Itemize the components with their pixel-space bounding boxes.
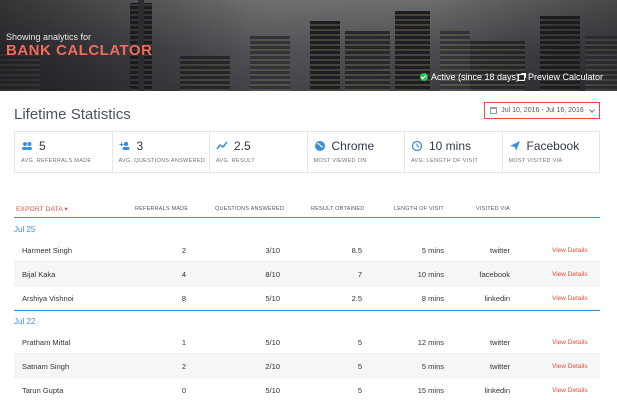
- check-circle-icon: [420, 73, 428, 81]
- row-result: 5: [357, 362, 362, 371]
- stat-label: AVG. REFERRALS MADE: [21, 158, 92, 164]
- date-range-picker[interactable]: Jul 10, 2016 - Jul 16, 2016: [484, 102, 600, 119]
- chevron-down-icon: [588, 106, 595, 113]
- view-details-link[interactable]: View Details: [552, 387, 588, 394]
- export-data-button[interactable]: EXPORT DATA ▾: [16, 205, 68, 213]
- row-result: 7: [357, 270, 362, 279]
- status-text: Active (since 18 days): [431, 72, 520, 82]
- row-name: Pratham Mittal: [22, 338, 71, 347]
- row-referrals: 8: [181, 294, 186, 303]
- row-name: Satnam Singh: [22, 362, 70, 371]
- page-title: Lifetime Statistics: [14, 106, 131, 123]
- table-row: Satnam Singh 2 2/10 5 5 mins twitter Vie…: [14, 354, 600, 378]
- status-badge: Active (since 18 days): [420, 72, 519, 82]
- add-user-icon: [119, 141, 129, 150]
- view-details-link[interactable]: View Details: [552, 295, 588, 302]
- row-length: 8 mins: [421, 294, 444, 303]
- row-via: twitter: [489, 338, 510, 347]
- stat-viewed-on: Chrome MOST VIEWED ON: [308, 132, 405, 172]
- row-name: Harmeet Singh: [22, 246, 73, 255]
- row-name: Tarun Gupta: [22, 386, 64, 395]
- date-range-label: Jul 10, 2016 - Jul 16, 2016: [501, 107, 584, 114]
- row-length: 5 mins: [421, 362, 444, 371]
- stats-panel: 5 AVG. REFERRALS MADE 3 AVG. QUESTIONS A…: [14, 131, 600, 173]
- row-questions: 5/10: [265, 386, 280, 395]
- stat-label: MOST VISITED VIA: [508, 158, 563, 164]
- stat-referrals: 5 AVG. REFERRALS MADE: [15, 132, 113, 172]
- row-referrals: 0: [181, 386, 186, 395]
- col-questions: QUESTIONS ANSWERED: [215, 206, 284, 212]
- table-header: EXPORT DATA ▾ REFERRALS MADE QUESTIONS A…: [14, 204, 600, 218]
- preview-label: Preview Calculator: [528, 72, 604, 82]
- row-via: facebook: [479, 270, 510, 279]
- stat-visit-length: 10 mins AVG. LENGTH OF VISIT: [405, 132, 503, 172]
- row-name: Bijal Kaka: [22, 270, 56, 279]
- stat-label: AVG. QUESTIONS ANSWERED: [118, 158, 206, 164]
- stat-label: AVG. LENGTH OF VISIT: [411, 158, 479, 164]
- stat-value: 5: [39, 139, 46, 153]
- view-details-link[interactable]: View Details: [552, 271, 588, 278]
- row-length: 12 mins: [417, 338, 444, 347]
- stat-value: Chrome: [331, 139, 375, 153]
- stat-label: MOST VIEWED ON: [313, 158, 367, 164]
- row-via: linkedin: [484, 294, 510, 303]
- row-length: 5 mins: [421, 246, 444, 255]
- row-via: linkedin: [484, 386, 510, 395]
- row-via: twitter: [489, 362, 510, 371]
- table-row: Arshiya Vishnoi 8 5/10 2.5 8 mins linked…: [14, 286, 600, 310]
- row-referrals: 4: [181, 270, 186, 279]
- calendar-icon: [490, 107, 498, 114]
- row-questions: 3/10: [265, 246, 280, 255]
- stat-value: 3: [136, 139, 144, 153]
- row-questions: 8/10: [265, 270, 280, 279]
- stat-visited-via: Facebook MOST VISITED VIA: [503, 132, 600, 172]
- table-row: Pratham Mittal 1 5/10 5 12 mins twitter …: [14, 330, 600, 354]
- col-length: LENGTH OF VISIT: [394, 206, 444, 212]
- globe-icon: [314, 141, 325, 151]
- trend-icon: [216, 141, 228, 150]
- group-date: Jul 25: [14, 225, 36, 234]
- row-referrals: 2: [181, 246, 186, 255]
- stat-value: Facebook: [526, 139, 580, 153]
- row-result: 5: [357, 338, 362, 347]
- group-divider: [14, 310, 600, 311]
- view-details-link[interactable]: View Details: [552, 363, 588, 370]
- group-date: Jul 22: [14, 317, 36, 326]
- row-name: Arshiya Vishnoi: [22, 294, 74, 303]
- stat-label: AVG. RESULT: [216, 158, 255, 164]
- stat-result: 2.5 AVG. RESULT: [210, 132, 308, 172]
- header-subtitle: Showing analytics for: [6, 32, 92, 42]
- table-row: Tarun Gupta 0 5/10 5 15 mins linkedin Vi…: [14, 378, 600, 400]
- row-result: 5: [357, 386, 362, 395]
- row-result: 8.5: [351, 246, 362, 255]
- row-referrals: 2: [181, 362, 186, 371]
- preview-calculator-link[interactable]: Preview Calculator: [518, 72, 603, 82]
- stat-questions: 3 AVG. QUESTIONS ANSWERED: [113, 132, 210, 172]
- row-length: 10 mins: [417, 270, 444, 279]
- stat-value: 2.5: [234, 139, 251, 153]
- row-via: twitter: [489, 246, 510, 255]
- col-result: RESULT OBTAINED: [311, 206, 365, 212]
- header-banner: Showing analytics for BANK CALCLATOR Act…: [0, 0, 617, 91]
- send-icon: [509, 141, 520, 151]
- clock-icon: [411, 140, 423, 152]
- table-row: Harmeet Singh 2 3/10 8.5 5 mins twitter …: [14, 238, 600, 262]
- stat-value: 10 mins: [429, 139, 472, 153]
- calculator-title: BANK CALCLATOR: [6, 42, 153, 59]
- table-row: Bijal Kaka 4 8/10 7 10 mins facebook Vie…: [14, 262, 600, 286]
- row-result: 2.5: [351, 294, 362, 303]
- view-details-link[interactable]: View Details: [552, 339, 588, 346]
- row-referrals: 1: [181, 338, 186, 347]
- col-referrals: REFERRALS MADE: [135, 206, 189, 212]
- row-questions: 2/10: [265, 362, 280, 371]
- col-via: VISITED VIA: [476, 206, 510, 212]
- view-details-link[interactable]: View Details: [552, 247, 588, 254]
- row-questions: 5/10: [265, 294, 280, 303]
- row-questions: 5/10: [265, 338, 280, 347]
- external-link-icon: [518, 72, 526, 81]
- row-length: 15 mins: [417, 386, 444, 395]
- app-root: Showing analytics for BANK CALCLATOR Act…: [0, 0, 617, 400]
- users-icon: [22, 142, 32, 150]
